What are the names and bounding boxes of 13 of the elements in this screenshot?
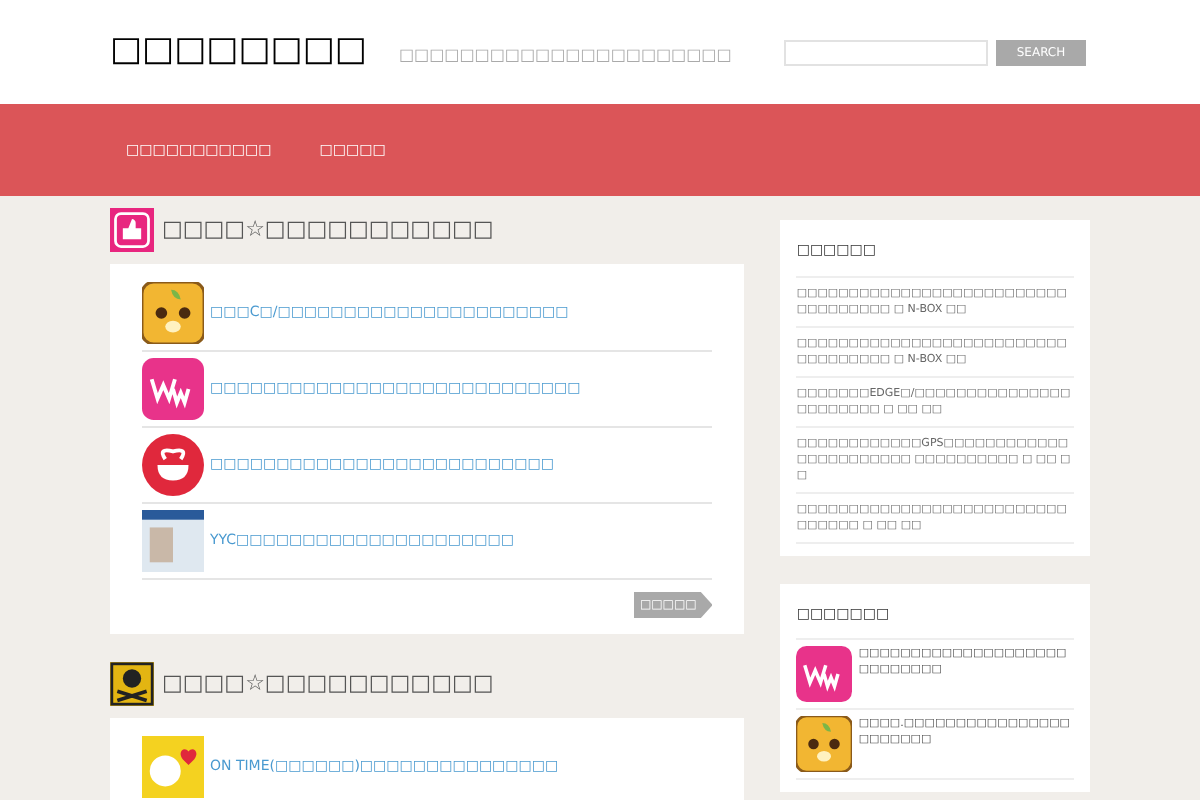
site-title[interactable]: □□□□□□□□ bbox=[110, 26, 367, 78]
bear-face-icon bbox=[796, 716, 853, 772]
bear-face-icon bbox=[142, 282, 204, 344]
site-tagline: □□□□□□□□□□□□□□□□□□□□□□ bbox=[399, 44, 732, 68]
coffee-cup-icon bbox=[142, 434, 204, 496]
ww-logo-icon bbox=[142, 358, 204, 420]
photo-placeholder bbox=[142, 510, 204, 572]
thumbs-up-icon bbox=[110, 208, 154, 252]
section-heading: □□□□☆□□□□□□□□□□□ bbox=[162, 667, 494, 700]
ww-logo-icon bbox=[796, 646, 853, 702]
search-field[interactable] bbox=[784, 39, 988, 65]
section-heading: □□□□☆□□□□□□□□□□□ bbox=[162, 213, 494, 246]
skull-icon bbox=[110, 662, 154, 706]
